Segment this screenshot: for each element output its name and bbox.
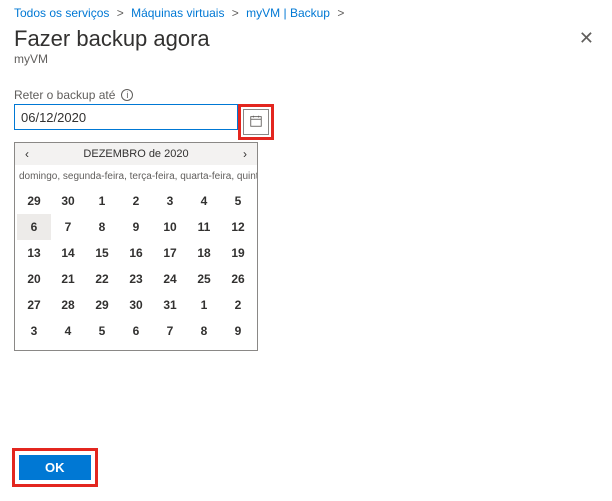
calendar-day[interactable]: 3 xyxy=(17,318,51,344)
calendar-day[interactable]: 26 xyxy=(221,266,255,292)
breadcrumb: Todos os serviços > Máquinas virtuais > … xyxy=(0,0,612,20)
calendar-day[interactable]: 10 xyxy=(153,214,187,240)
calendar-grid: 2930123456789101112131415161718192021222… xyxy=(15,186,257,350)
page-subtitle: myVM xyxy=(0,52,612,66)
calendar-day[interactable]: 2 xyxy=(221,292,255,318)
close-icon[interactable]: ✕ xyxy=(575,25,598,51)
calendar-day[interactable]: 13 xyxy=(17,240,51,266)
calendar-day[interactable]: 4 xyxy=(51,318,85,344)
calendar-day[interactable]: 20 xyxy=(17,266,51,292)
calendar-day[interactable]: 9 xyxy=(221,318,255,344)
calendar-button-highlight xyxy=(238,104,274,140)
calendar-day[interactable]: 27 xyxy=(17,292,51,318)
calendar-day[interactable]: 16 xyxy=(119,240,153,266)
breadcrumb-item-services[interactable]: Todos os serviços xyxy=(14,6,109,20)
calendar-day[interactable]: 6 xyxy=(119,318,153,344)
calendar-popup: ‹ DEZEMBRO de 2020 › domingo, segunda-fe… xyxy=(14,142,258,351)
calendar-day[interactable]: 29 xyxy=(85,292,119,318)
calendar-day[interactable]: 9 xyxy=(119,214,153,240)
calendar-day[interactable]: 11 xyxy=(187,214,221,240)
calendar-day[interactable]: 4 xyxy=(187,188,221,214)
calendar-day[interactable]: 7 xyxy=(51,214,85,240)
info-icon[interactable]: i xyxy=(121,89,133,101)
calendar-day[interactable]: 30 xyxy=(51,188,85,214)
calendar-day[interactable]: 14 xyxy=(51,240,85,266)
calendar-day[interactable]: 7 xyxy=(153,318,187,344)
breadcrumb-sep: > xyxy=(337,6,344,20)
calendar-day[interactable]: 28 xyxy=(51,292,85,318)
calendar-day[interactable]: 22 xyxy=(85,266,119,292)
calendar-day[interactable]: 15 xyxy=(85,240,119,266)
breadcrumb-sep: > xyxy=(117,6,124,20)
calendar-day[interactable]: 23 xyxy=(119,266,153,292)
calendar-day[interactable]: 8 xyxy=(187,318,221,344)
calendar-day[interactable]: 2 xyxy=(119,188,153,214)
calendar-day[interactable]: 6 xyxy=(17,214,51,240)
calendar-next-month[interactable]: › xyxy=(239,147,251,161)
ok-button[interactable]: OK xyxy=(19,455,91,480)
calendar-day[interactable]: 18 xyxy=(187,240,221,266)
breadcrumb-item-vms[interactable]: Máquinas virtuais xyxy=(131,6,224,20)
calendar-day[interactable]: 8 xyxy=(85,214,119,240)
retain-until-label: Reter o backup até xyxy=(14,88,115,102)
calendar-prev-month[interactable]: ‹ xyxy=(21,147,33,161)
calendar-day[interactable]: 21 xyxy=(51,266,85,292)
calendar-day[interactable]: 1 xyxy=(187,292,221,318)
calendar-weekdays: domingo, segunda-feira, terça-feira, qua… xyxy=(15,165,257,186)
calendar-day[interactable]: 5 xyxy=(85,318,119,344)
calendar-button[interactable] xyxy=(243,109,269,135)
calendar-day[interactable]: 31 xyxy=(153,292,187,318)
breadcrumb-item-vm-backup[interactable]: myVM | Backup xyxy=(246,6,330,20)
retain-until-input[interactable] xyxy=(14,104,238,130)
calendar-day[interactable]: 19 xyxy=(221,240,255,266)
calendar-day[interactable]: 25 xyxy=(187,266,221,292)
ok-button-highlight: OK xyxy=(12,448,98,487)
calendar-day[interactable]: 17 xyxy=(153,240,187,266)
calendar-icon xyxy=(249,114,263,131)
calendar-month-label: DEZEMBRO de 2020 xyxy=(83,148,188,160)
breadcrumb-sep: > xyxy=(232,6,239,20)
page-title: Fazer backup agora xyxy=(14,26,210,52)
calendar-day[interactable]: 3 xyxy=(153,188,187,214)
calendar-day[interactable]: 24 xyxy=(153,266,187,292)
calendar-day[interactable]: 12 xyxy=(221,214,255,240)
calendar-day[interactable]: 5 xyxy=(221,188,255,214)
calendar-day[interactable]: 30 xyxy=(119,292,153,318)
calendar-day[interactable]: 1 xyxy=(85,188,119,214)
calendar-day[interactable]: 29 xyxy=(17,188,51,214)
